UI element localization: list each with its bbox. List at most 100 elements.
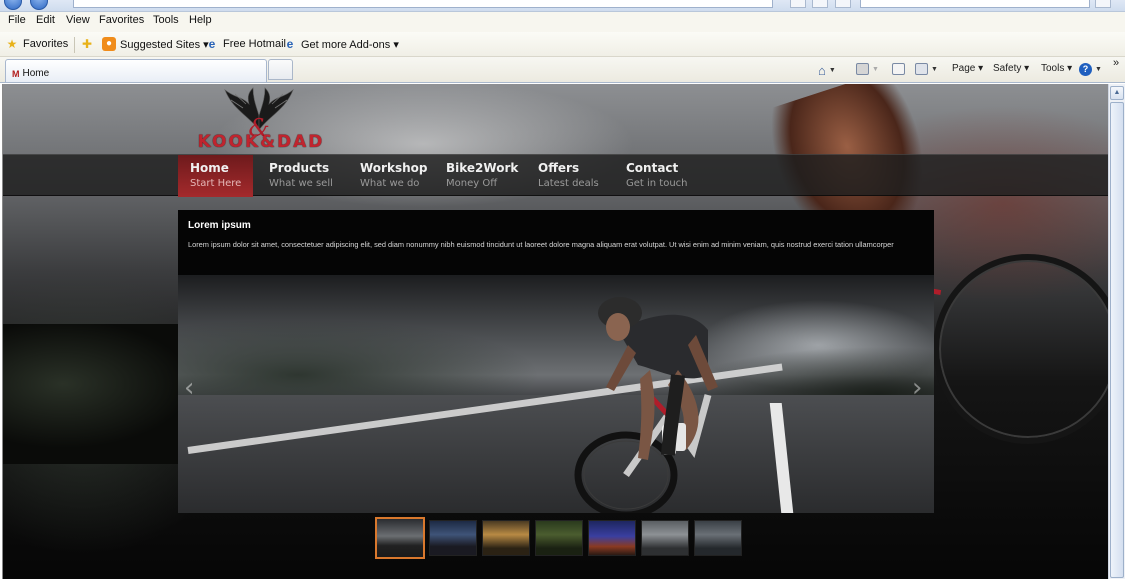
menu-favorites[interactable]: Favorites <box>99 14 144 26</box>
stop-button[interactable] <box>812 0 828 8</box>
caption-title: Lorem ipsum <box>188 220 251 231</box>
thumbnail-1[interactable] <box>375 517 425 559</box>
rss-icon <box>856 63 869 75</box>
slide-hills <box>178 315 934 405</box>
favorites-bar: ★ Favorites ✚ ● Suggested Sites ▾ e Free… <box>0 32 1125 57</box>
menu-file[interactable]: File <box>8 14 26 26</box>
nav-item-home[interactable]: Home Start Here <box>178 155 253 197</box>
free-hotmail-link[interactable]: e Free Hotmail <box>205 37 286 51</box>
forward-button[interactable] <box>30 0 48 10</box>
nav-item-offers[interactable]: Offers Latest deals <box>526 155 611 197</box>
thumbnail-6[interactable] <box>641 520 689 556</box>
add-favorite-icon: ✚ <box>81 37 93 51</box>
site-logo[interactable]: & KOOK&DAD <box>181 86 341 152</box>
home-button[interactable]: ⌂ ▼ <box>818 63 836 78</box>
tab-home[interactable]: M Home <box>5 59 267 82</box>
mail-icon <box>892 63 905 75</box>
chevron-down-icon: ▼ <box>828 67 836 74</box>
browser-window: File Edit View Favorites Tools Help ★ Fa… <box>0 0 1125 579</box>
help-button[interactable]: ? ▼ <box>1079 63 1102 76</box>
safety-menu[interactable]: Safety ▾ <box>993 63 1029 74</box>
compat-button[interactable] <box>835 0 851 8</box>
logo-text: KOOK&DAD <box>197 132 325 152</box>
suggested-sites-link[interactable]: ● Suggested Sites ▾ <box>102 37 209 51</box>
thumbnail-3[interactable] <box>482 520 530 556</box>
get-addons-label: Get more Add-ons ▾ <box>301 38 399 51</box>
nav-item-products[interactable]: Products What we sell <box>257 155 345 197</box>
nav-title: Home <box>190 161 229 175</box>
background-hill <box>3 324 183 464</box>
star-icon: ★ <box>6 37 18 51</box>
page-viewport: & KOOK&DAD Home Start Here Products What… <box>2 84 1108 579</box>
cyclist-image <box>574 297 718 513</box>
caption-text: Lorem ipsum dolor sit amet, consectetuer… <box>188 240 894 249</box>
nav-title: Workshop <box>360 161 428 175</box>
scroll-thumb[interactable] <box>1110 102 1124 578</box>
nav-subtitle: What we do <box>360 178 420 189</box>
home-icon: ⌂ <box>818 63 826 78</box>
thumbnail-2[interactable] <box>429 520 477 556</box>
mail-button[interactable] <box>892 63 905 75</box>
menu-edit[interactable]: Edit <box>36 14 55 26</box>
site-favicon-icon: M <box>12 68 20 79</box>
wings-icon: & <box>224 87 294 138</box>
help-icon: ? <box>1079 63 1092 76</box>
back-button[interactable] <box>4 0 22 10</box>
nav-title: Contact <box>626 161 679 175</box>
nav-subtitle: Latest deals <box>538 178 599 189</box>
address-toolbar <box>0 0 1125 12</box>
nav-item-workshop[interactable]: Workshop What we do <box>348 155 439 197</box>
nav-title: Products <box>269 161 330 175</box>
main-nav: Home Start Here Products What we sell Wo… <box>3 154 1108 197</box>
search-button[interactable] <box>1095 0 1111 8</box>
ie-page-icon: e <box>208 37 216 51</box>
slide-caption: Lorem ipsum Lorem ipsum dolor sit amet, … <box>178 210 934 275</box>
chevron-down-icon: ▼ <box>1095 66 1102 73</box>
chevron-down-icon: ▼ <box>931 65 938 73</box>
tab-bar: M Home ⌂ ▼ ▼ ▼ Page ▾ Safety ▾ Tools ▾ ? ▼… <box>0 57 1125 83</box>
slider-thumbnails <box>375 517 745 559</box>
search-input[interactable] <box>860 0 1090 8</box>
menu-view[interactable]: View <box>66 14 90 26</box>
menu-help[interactable]: Help <box>189 14 212 26</box>
page-menu[interactable]: Page ▾ <box>952 63 983 74</box>
slider-prev-button[interactable]: ‹ <box>184 373 194 403</box>
image-slider[interactable]: ‹ › <box>178 275 934 513</box>
suggested-sites-label: Suggested Sites ▾ <box>120 38 209 51</box>
favorites-button[interactable]: ★ Favorites <box>5 37 69 51</box>
menu-tools[interactable]: Tools <box>153 14 179 26</box>
address-bar[interactable] <box>73 0 773 8</box>
tools-menu[interactable]: Tools ▾ <box>1041 63 1072 74</box>
slider-next-button[interactable]: › <box>912 373 922 403</box>
nav-title: Bike2Work <box>446 161 519 175</box>
nav-item-contact[interactable]: Contact Get in touch <box>614 155 700 197</box>
thumbnail-4[interactable] <box>535 520 583 556</box>
nav-subtitle: Money Off <box>446 178 498 189</box>
add-favorite-button[interactable]: ✚ <box>80 37 98 51</box>
new-tab-button[interactable] <box>268 59 293 80</box>
nav-subtitle: What we sell <box>269 178 333 189</box>
nav-subtitle: Get in touch <box>626 178 688 189</box>
favorites-label: Favorites <box>23 38 69 50</box>
print-button[interactable]: ▼ <box>915 63 938 75</box>
thumbnail-5[interactable] <box>588 520 636 556</box>
nav-item-bike2work[interactable]: Bike2Work Money Off <box>434 155 530 197</box>
suggested-sites-icon: ● <box>102 37 116 51</box>
nav-title: Offers <box>538 161 580 175</box>
chevron-down-icon: ▼ <box>872 65 879 73</box>
feeds-button[interactable]: ▼ <box>856 63 879 75</box>
toolbar-divider <box>74 37 75 53</box>
printer-icon <box>915 63 928 75</box>
slide-road <box>178 395 934 513</box>
tab-title: Home <box>22 68 50 79</box>
refresh-button[interactable] <box>790 0 806 8</box>
vertical-scrollbar[interactable]: ▲ <box>1108 84 1125 579</box>
ie-page-icon: e <box>286 37 294 51</box>
thumbnail-7[interactable] <box>694 520 742 556</box>
nav-subtitle: Start Here <box>190 178 242 189</box>
scroll-up-button[interactable]: ▲ <box>1110 86 1124 100</box>
background-wheel <box>933 254 1108 444</box>
free-hotmail-label: Free Hotmail <box>223 38 286 50</box>
toolbar-overflow-button[interactable]: » <box>1113 57 1119 69</box>
get-addons-link[interactable]: e Get more Add-ons ▾ <box>283 37 399 51</box>
